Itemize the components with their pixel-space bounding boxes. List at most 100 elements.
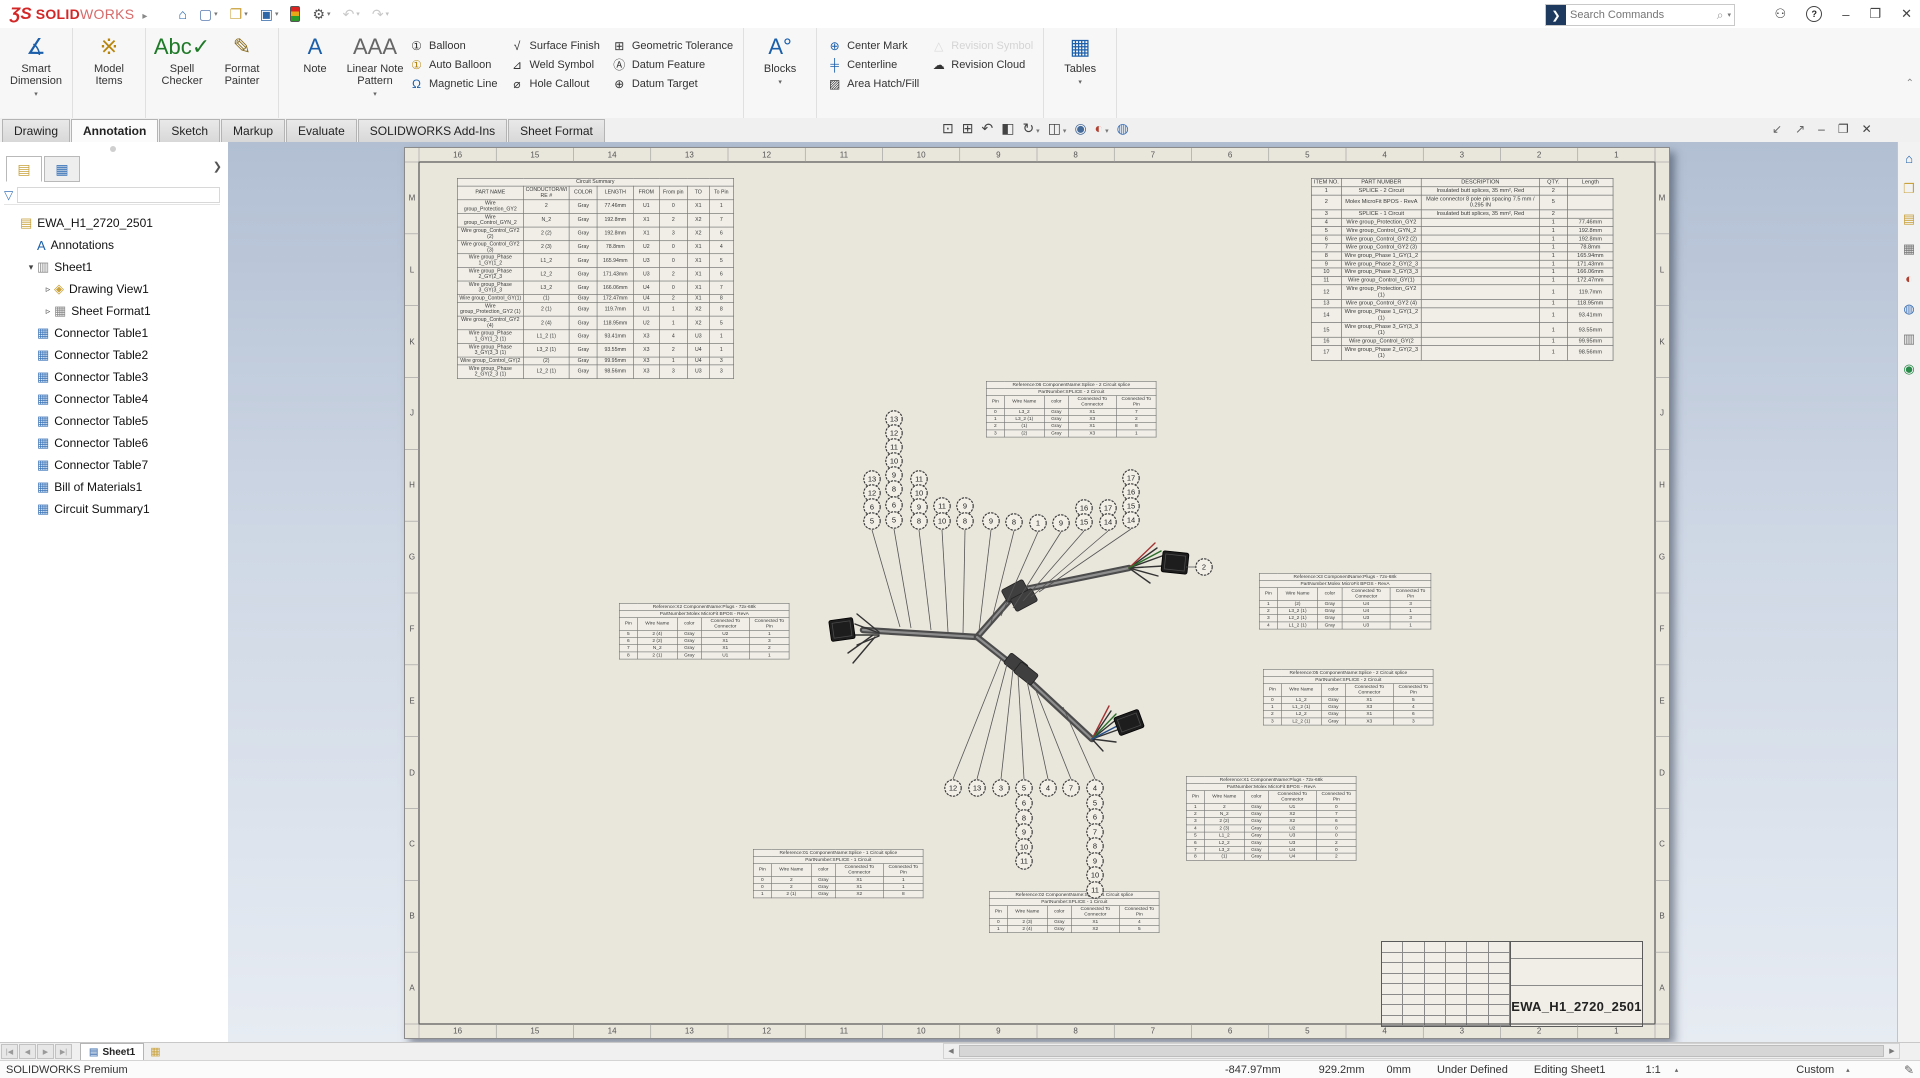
balloon[interactable]: 9: [886, 467, 902, 483]
scene-button[interactable]: ◍: [1117, 120, 1129, 138]
balloon[interactable]: 6: [864, 499, 880, 515]
tree-item-sheet1[interactable]: ▾▥Sheet1: [0, 256, 228, 278]
display-style-button[interactable]: ◫▾: [1048, 120, 1067, 138]
scrollbar-thumb[interactable]: [959, 1045, 1884, 1057]
balloon[interactable]: 17: [1123, 470, 1139, 486]
balloon[interactable]: 16: [1123, 484, 1139, 500]
sheet-nav-button[interactable]: ▶|: [55, 1044, 72, 1059]
balloon-button[interactable]: ①Balloon: [405, 36, 502, 55]
sheet-nav-button[interactable]: |◀: [1, 1044, 18, 1059]
spell-checker-button[interactable]: Abc✓Spell Checker: [153, 32, 211, 87]
dropdown-caret-icon[interactable]: ▾: [327, 10, 331, 18]
datum-target-button[interactable]: ⊕Datum Target: [608, 74, 737, 93]
sheet-nav-button[interactable]: ◀: [19, 1044, 36, 1059]
tab-display-manager[interactable]: ▦: [44, 156, 80, 182]
minimize-button[interactable]: –: [1842, 7, 1849, 22]
tree-item-sheet-format1[interactable]: ▹▦Sheet Format1: [0, 300, 228, 322]
dropdown-caret-icon[interactable]: ▾: [356, 10, 360, 18]
geometric-tolerance-button[interactable]: ⊞Geometric Tolerance: [608, 36, 737, 55]
balloon[interactable]: 16: [1076, 500, 1092, 516]
smart-dimension-button[interactable]: ∡Smart Dimension▾: [7, 32, 65, 98]
filter-icon[interactable]: ▽: [4, 188, 13, 202]
dropdown-caret-icon[interactable]: ▾: [275, 10, 279, 18]
zoom-fit-button[interactable]: ⊡: [942, 120, 954, 138]
balloon[interactable]: 11: [1087, 882, 1103, 898]
pop-left-button[interactable]: ↙: [1772, 120, 1782, 138]
dropdown-caret-icon[interactable]: ▾: [778, 78, 782, 86]
balloon[interactable]: 10: [911, 485, 927, 501]
previous-view-button[interactable]: ↶: [981, 120, 993, 138]
doc-close-button[interactable]: ✕: [1862, 120, 1872, 138]
balloon[interactable]: 6: [886, 497, 902, 513]
tab-markup[interactable]: Markup: [221, 119, 285, 142]
pop-right-button[interactable]: ↗: [1795, 120, 1805, 138]
balloon[interactable]: 10: [934, 513, 950, 529]
balloon[interactable]: 11: [911, 471, 927, 487]
search-icon[interactable]: ⌕: [1717, 8, 1724, 23]
sheet-tab-sheet1[interactable]: ▤ Sheet1: [80, 1043, 144, 1060]
tree-item-connector-table2[interactable]: ▦Connector Table2: [0, 344, 228, 366]
redo-button[interactable]: ↷▾: [369, 5, 392, 23]
balloon[interactable]: 6: [1016, 795, 1032, 811]
auto-balloon-button[interactable]: ①Auto Balloon: [405, 55, 502, 74]
balloon[interactable]: 13: [886, 411, 902, 427]
balloon[interactable]: 12: [864, 485, 880, 501]
tree-item-connector-table7[interactable]: ▦Connector Table7: [0, 454, 228, 476]
scroll-left-icon[interactable]: ◀: [944, 1047, 958, 1055]
tree-item-ewa-h1-2720-2501[interactable]: ▤EWA_H1_2720_2501: [0, 212, 228, 234]
tab-drawing[interactable]: Drawing: [2, 119, 70, 142]
balloon[interactable]: 10: [886, 453, 902, 469]
tp-library-button[interactable]: ❐: [1903, 180, 1915, 198]
centerline-button[interactable]: ╪Centerline: [823, 55, 923, 74]
tree-item-drawing-view1[interactable]: ▹◈Drawing View1: [0, 278, 228, 300]
balloon[interactable]: 6: [1087, 809, 1103, 825]
tree-item-connector-table4[interactable]: ▦Connector Table4: [0, 388, 228, 410]
balloon[interactable]: 15: [1076, 514, 1092, 530]
units-caret-icon[interactable]: ▴: [1846, 1066, 1850, 1074]
connector[interactable]: [1161, 551, 1189, 575]
hole-callout-button[interactable]: ⌀Hole Callout: [506, 74, 604, 93]
tree-item-connector-table6[interactable]: ▦Connector Table6: [0, 432, 228, 454]
balloon[interactable]: 7: [1087, 824, 1103, 840]
dropdown-caret-icon[interactable]: ▾: [1105, 128, 1109, 135]
tree-item-circuit-summary1[interactable]: ▦Circuit Summary1: [0, 498, 228, 520]
tp-appearance-button[interactable]: ◐: [1905, 270, 1913, 288]
rotate-view-button[interactable]: ↻▾: [1022, 120, 1039, 138]
appearances-button[interactable]: ◐▾: [1095, 120, 1109, 138]
balloon[interactable]: 4: [1040, 780, 1056, 796]
balloon[interactable]: 15: [1123, 498, 1139, 514]
expand-arrow-icon[interactable]: ▹: [42, 306, 54, 317]
search-commands-box[interactable]: ❯ ⌕ ▾: [1545, 4, 1735, 26]
balloon[interactable]: 1: [1030, 515, 1046, 531]
balloon[interactable]: 9: [1016, 824, 1032, 840]
balloon[interactable]: 9: [983, 513, 999, 529]
balloon[interactable]: 11: [934, 498, 950, 514]
surface-finish-button[interactable]: √Surface Finish: [506, 36, 604, 55]
drawing-sheet[interactable]: EWA_H1_2720_2501 16161515141413131212111…: [404, 147, 1670, 1039]
units-label[interactable]: Custom: [1796, 1064, 1834, 1076]
doc-minimize-button[interactable]: –: [1818, 120, 1825, 138]
tab-sheet-format[interactable]: Sheet Format: [508, 119, 605, 142]
hide-items-button[interactable]: ◉: [1074, 120, 1086, 138]
center-mark-button[interactable]: ⊕Center Mark: [823, 36, 923, 55]
tab-evaluate[interactable]: Evaluate: [286, 119, 357, 142]
sheet-scale[interactable]: 1:1: [1645, 1064, 1660, 1076]
search-caret-icon[interactable]: ▾: [1727, 11, 1731, 19]
logo-expand-icon[interactable]: ▸: [142, 11, 147, 22]
new-file-button[interactable]: ▢▾: [196, 5, 221, 23]
revision-cloud-button[interactable]: ☁Revision Cloud: [927, 55, 1037, 74]
magnetic-line-button[interactable]: ΩMagnetic Line: [405, 74, 502, 93]
connector[interactable]: [829, 617, 856, 641]
balloon[interactable]: 13: [864, 471, 880, 487]
panel-splitter-handle[interactable]: [110, 146, 116, 152]
panel-expand-icon[interactable]: ❯: [213, 160, 222, 173]
balloon[interactable]: 8: [957, 513, 973, 529]
balloon[interactable]: 14: [1123, 512, 1139, 528]
balloon[interactable]: 13: [969, 780, 985, 796]
dropdown-caret-icon[interactable]: ▾: [34, 90, 38, 98]
balloon[interactable]: 10: [1087, 867, 1103, 883]
tp-palette-button[interactable]: ▦: [1903, 240, 1915, 258]
tab-feature-manager[interactable]: ▤: [6, 156, 42, 182]
open-file-button[interactable]: ❐▾: [227, 5, 251, 23]
tables-button[interactable]: ▦Tables▾: [1051, 32, 1109, 86]
